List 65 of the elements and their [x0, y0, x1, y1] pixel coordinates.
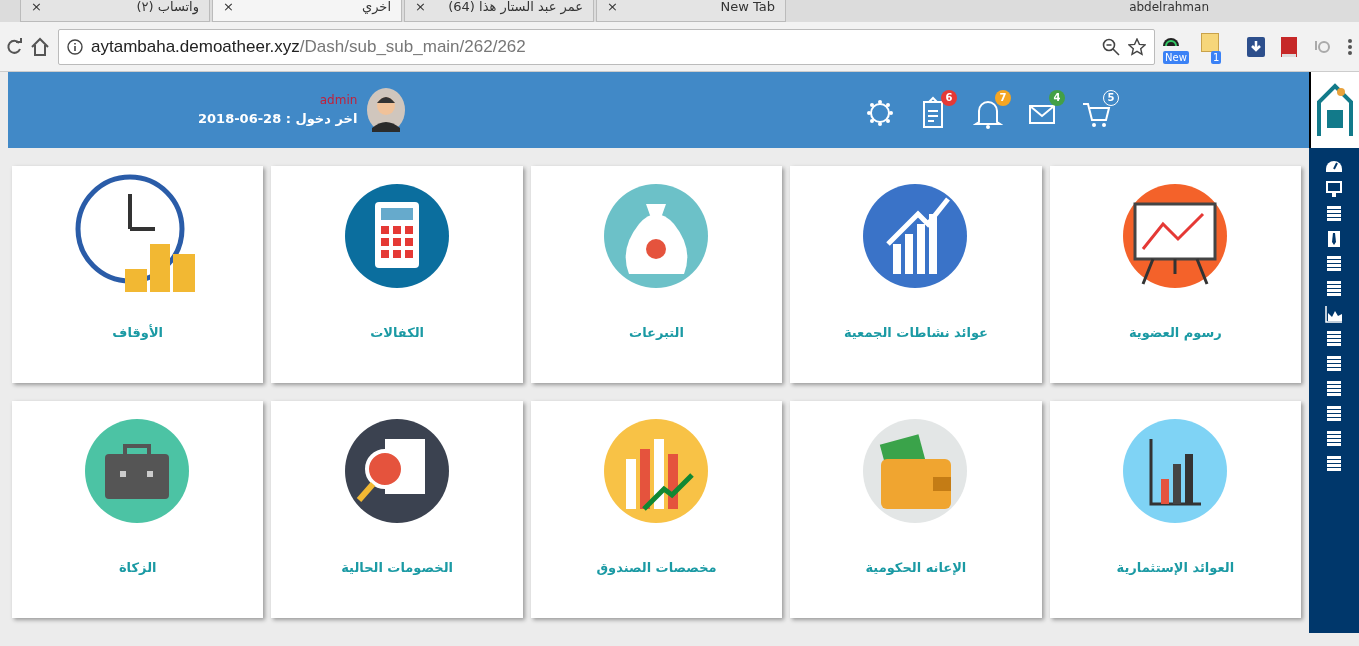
- bell-button[interactable]: 7: [973, 90, 1011, 130]
- envelope-button[interactable]: 4: [1027, 90, 1065, 130]
- count-badge: 6: [941, 90, 957, 106]
- sidebar-item[interactable]: [1325, 255, 1343, 273]
- last-login-text: اخر دخول : 28-06-2018: [198, 110, 358, 129]
- list-icon: [1325, 205, 1343, 223]
- url-text: aytambaha.demoatheer.xyz/Dash/sub_sub_main/262/262: [91, 35, 526, 58]
- sidebar-item[interactable]: [1325, 280, 1343, 298]
- sidebar-item[interactable]: [1325, 430, 1343, 448]
- tile-card[interactable]: التبرعات: [530, 166, 783, 383]
- username: admin: [318, 92, 358, 110]
- sidebar-item[interactable]: [1325, 305, 1343, 323]
- sidebar-item[interactable]: [1325, 355, 1343, 373]
- book-icon[interactable]: [1281, 36, 1297, 57]
- sidebar-item[interactable]: [1325, 380, 1343, 398]
- close-button[interactable]: ×: [31, 0, 42, 14]
- tile-card[interactable]: الزكاة: [12, 401, 264, 618]
- tab-title[interactable]: (٢) واتساب: [136, 0, 199, 14]
- close-button[interactable]: ×: [607, 0, 618, 14]
- extension-badge: 1: [1211, 50, 1222, 64]
- sidebar-item[interactable]: [1325, 205, 1343, 223]
- clipboard-button[interactable]: 6: [919, 90, 957, 130]
- tile-card[interactable]: عوائد نشاطات الجمعية: [790, 166, 1042, 383]
- list-icon: [1325, 280, 1343, 298]
- close-button[interactable]: ×: [223, 0, 234, 14]
- profile-name[interactable]: abdelrahman: [1129, 0, 1209, 14]
- list-icon: [1325, 330, 1343, 348]
- tile-card[interactable]: الأوقاف: [12, 166, 264, 383]
- tie-icon: [1325, 230, 1343, 248]
- zoom-out-icon[interactable]: [1102, 37, 1120, 56]
- list-icon: [1325, 430, 1343, 448]
- tile-card[interactable]: الإعانه الحكومية: [790, 401, 1042, 618]
- home-icon[interactable]: [30, 36, 50, 57]
- address-bar[interactable]: aytambaha.demoatheer.xyz/Dash/sub_sub_main/262/262: [58, 28, 1155, 65]
- list-icon: [1325, 380, 1343, 398]
- sidebar-item[interactable]: [1325, 180, 1343, 198]
- tile-card[interactable]: الخصومات الحالية: [271, 401, 523, 618]
- extension-badge: New: [1163, 50, 1189, 64]
- sidebar-item[interactable]: [1325, 455, 1343, 473]
- menu-icon[interactable]: [1347, 37, 1353, 56]
- tab-title[interactable]: (64) عمر عبد الستار هذا: [448, 0, 583, 14]
- list-icon: [1325, 355, 1343, 373]
- cart-button[interactable]: 5: [1081, 90, 1119, 130]
- download-icon[interactable]: [1247, 36, 1265, 57]
- star-icon[interactable]: [1128, 37, 1146, 56]
- sidebar-item[interactable]: [1325, 230, 1343, 248]
- tile-card[interactable]: العوائد الإستثمارية: [1049, 401, 1301, 618]
- monitor-icon: [1325, 180, 1343, 198]
- tile-card[interactable]: الكفالات: [271, 166, 523, 383]
- sidebar-item[interactable]: [1325, 405, 1343, 423]
- area-chart-icon: [1325, 305, 1343, 323]
- tab-title[interactable]: New Tab: [720, 0, 775, 14]
- reload-icon[interactable]: [6, 37, 22, 56]
- list-icon: [1325, 405, 1343, 423]
- count-badge: 4: [1049, 90, 1065, 106]
- tile-card[interactable]: مخصصات الصندوق: [530, 401, 783, 618]
- close-button[interactable]: ×: [415, 0, 426, 14]
- avatar-icon[interactable]: [367, 88, 406, 132]
- gauge-icon[interactable]: [1163, 38, 1179, 46]
- list-icon: [1325, 455, 1343, 473]
- info-icon[interactable]: [67, 38, 83, 55]
- sidebar-item[interactable]: [1325, 330, 1343, 348]
- tile-card[interactable]: رسوم العضوية: [1049, 166, 1301, 383]
- list-icon: [1325, 255, 1343, 273]
- count-badge: 7: [995, 90, 1011, 106]
